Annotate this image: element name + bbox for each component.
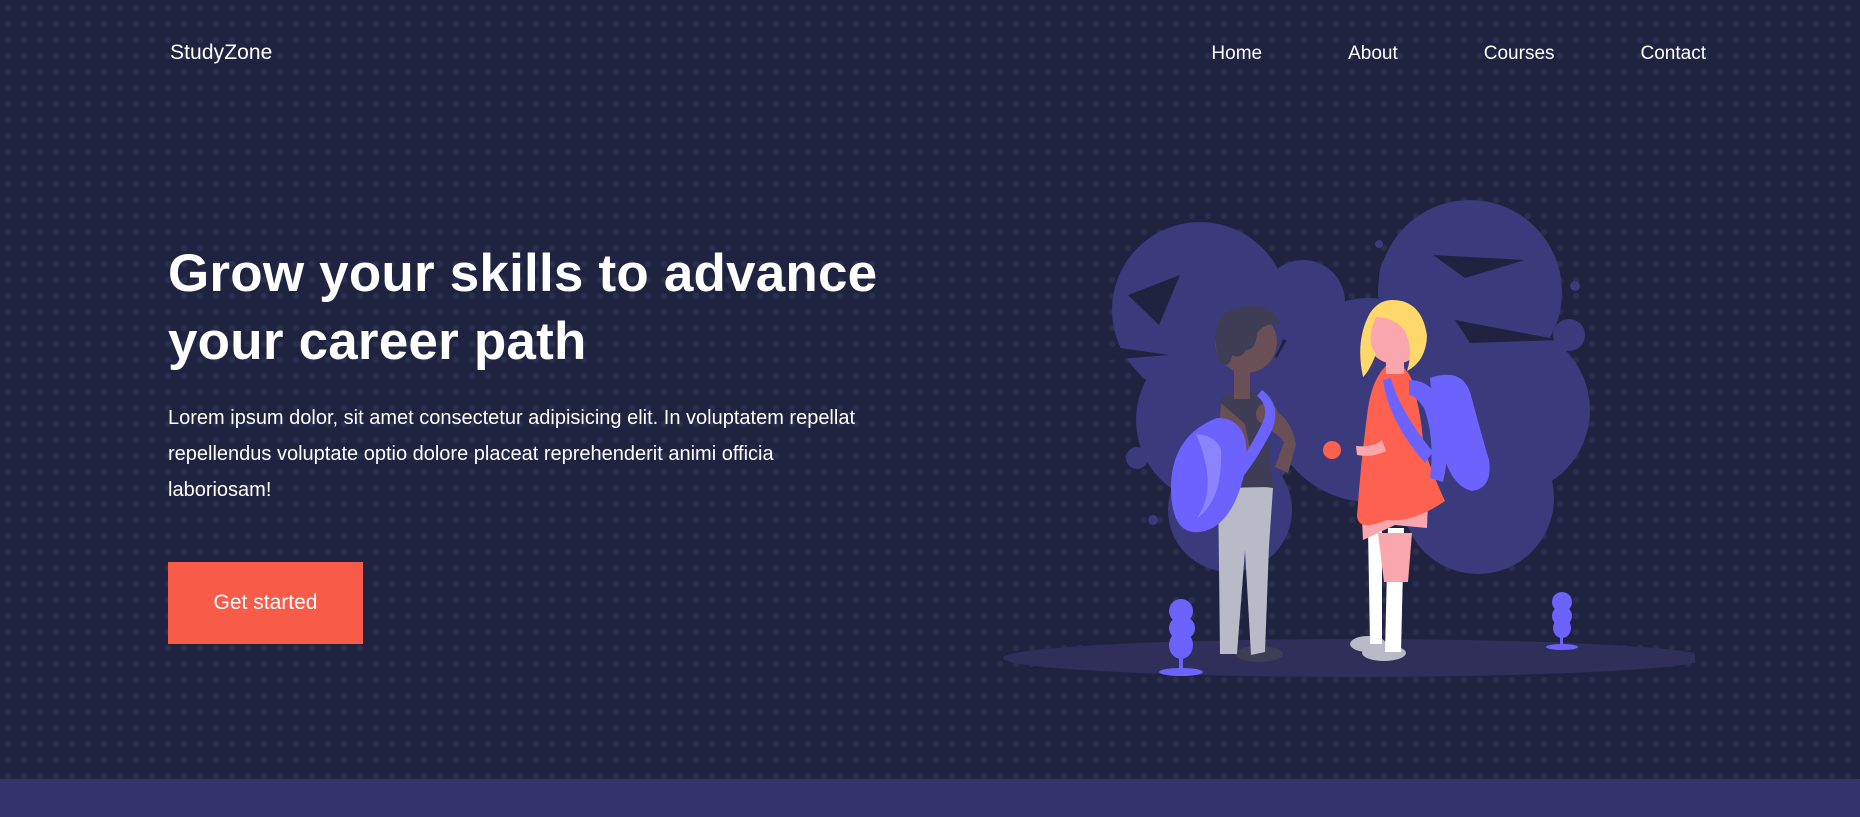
nav-link-contact[interactable]: Contact: [1641, 43, 1706, 64]
brand-logo[interactable]: StudyZone: [170, 40, 272, 66]
nav-link-about[interactable]: About: [1348, 43, 1398, 64]
nav-item-home: Home: [1211, 42, 1262, 66]
right-plant: [1546, 592, 1578, 650]
hero-description: Lorem ipsum dolor, sit amet consectetur …: [168, 407, 856, 501]
footer-strip: [0, 779, 1860, 817]
navbar: StudyZone Home About Courses Contact: [0, 0, 1860, 108]
students-illustration: [1003, 200, 1695, 677]
nav-link-home[interactable]: Home: [1211, 43, 1262, 64]
nav-links: Home About Courses Contact: [1211, 42, 1706, 66]
nav-item-about: About: [1348, 42, 1398, 66]
nav-item-contact: Contact: [1641, 42, 1706, 66]
hero-copy: Grow your skills to advance your career …: [168, 240, 888, 508]
hero-title: Grow your skills to advance your career …: [168, 244, 878, 371]
nav-item-courses: Courses: [1484, 42, 1555, 66]
ground-shadow: [1003, 639, 1695, 677]
nav-link-courses[interactable]: Courses: [1484, 43, 1555, 64]
get-started-button[interactable]: Get started: [168, 562, 363, 644]
